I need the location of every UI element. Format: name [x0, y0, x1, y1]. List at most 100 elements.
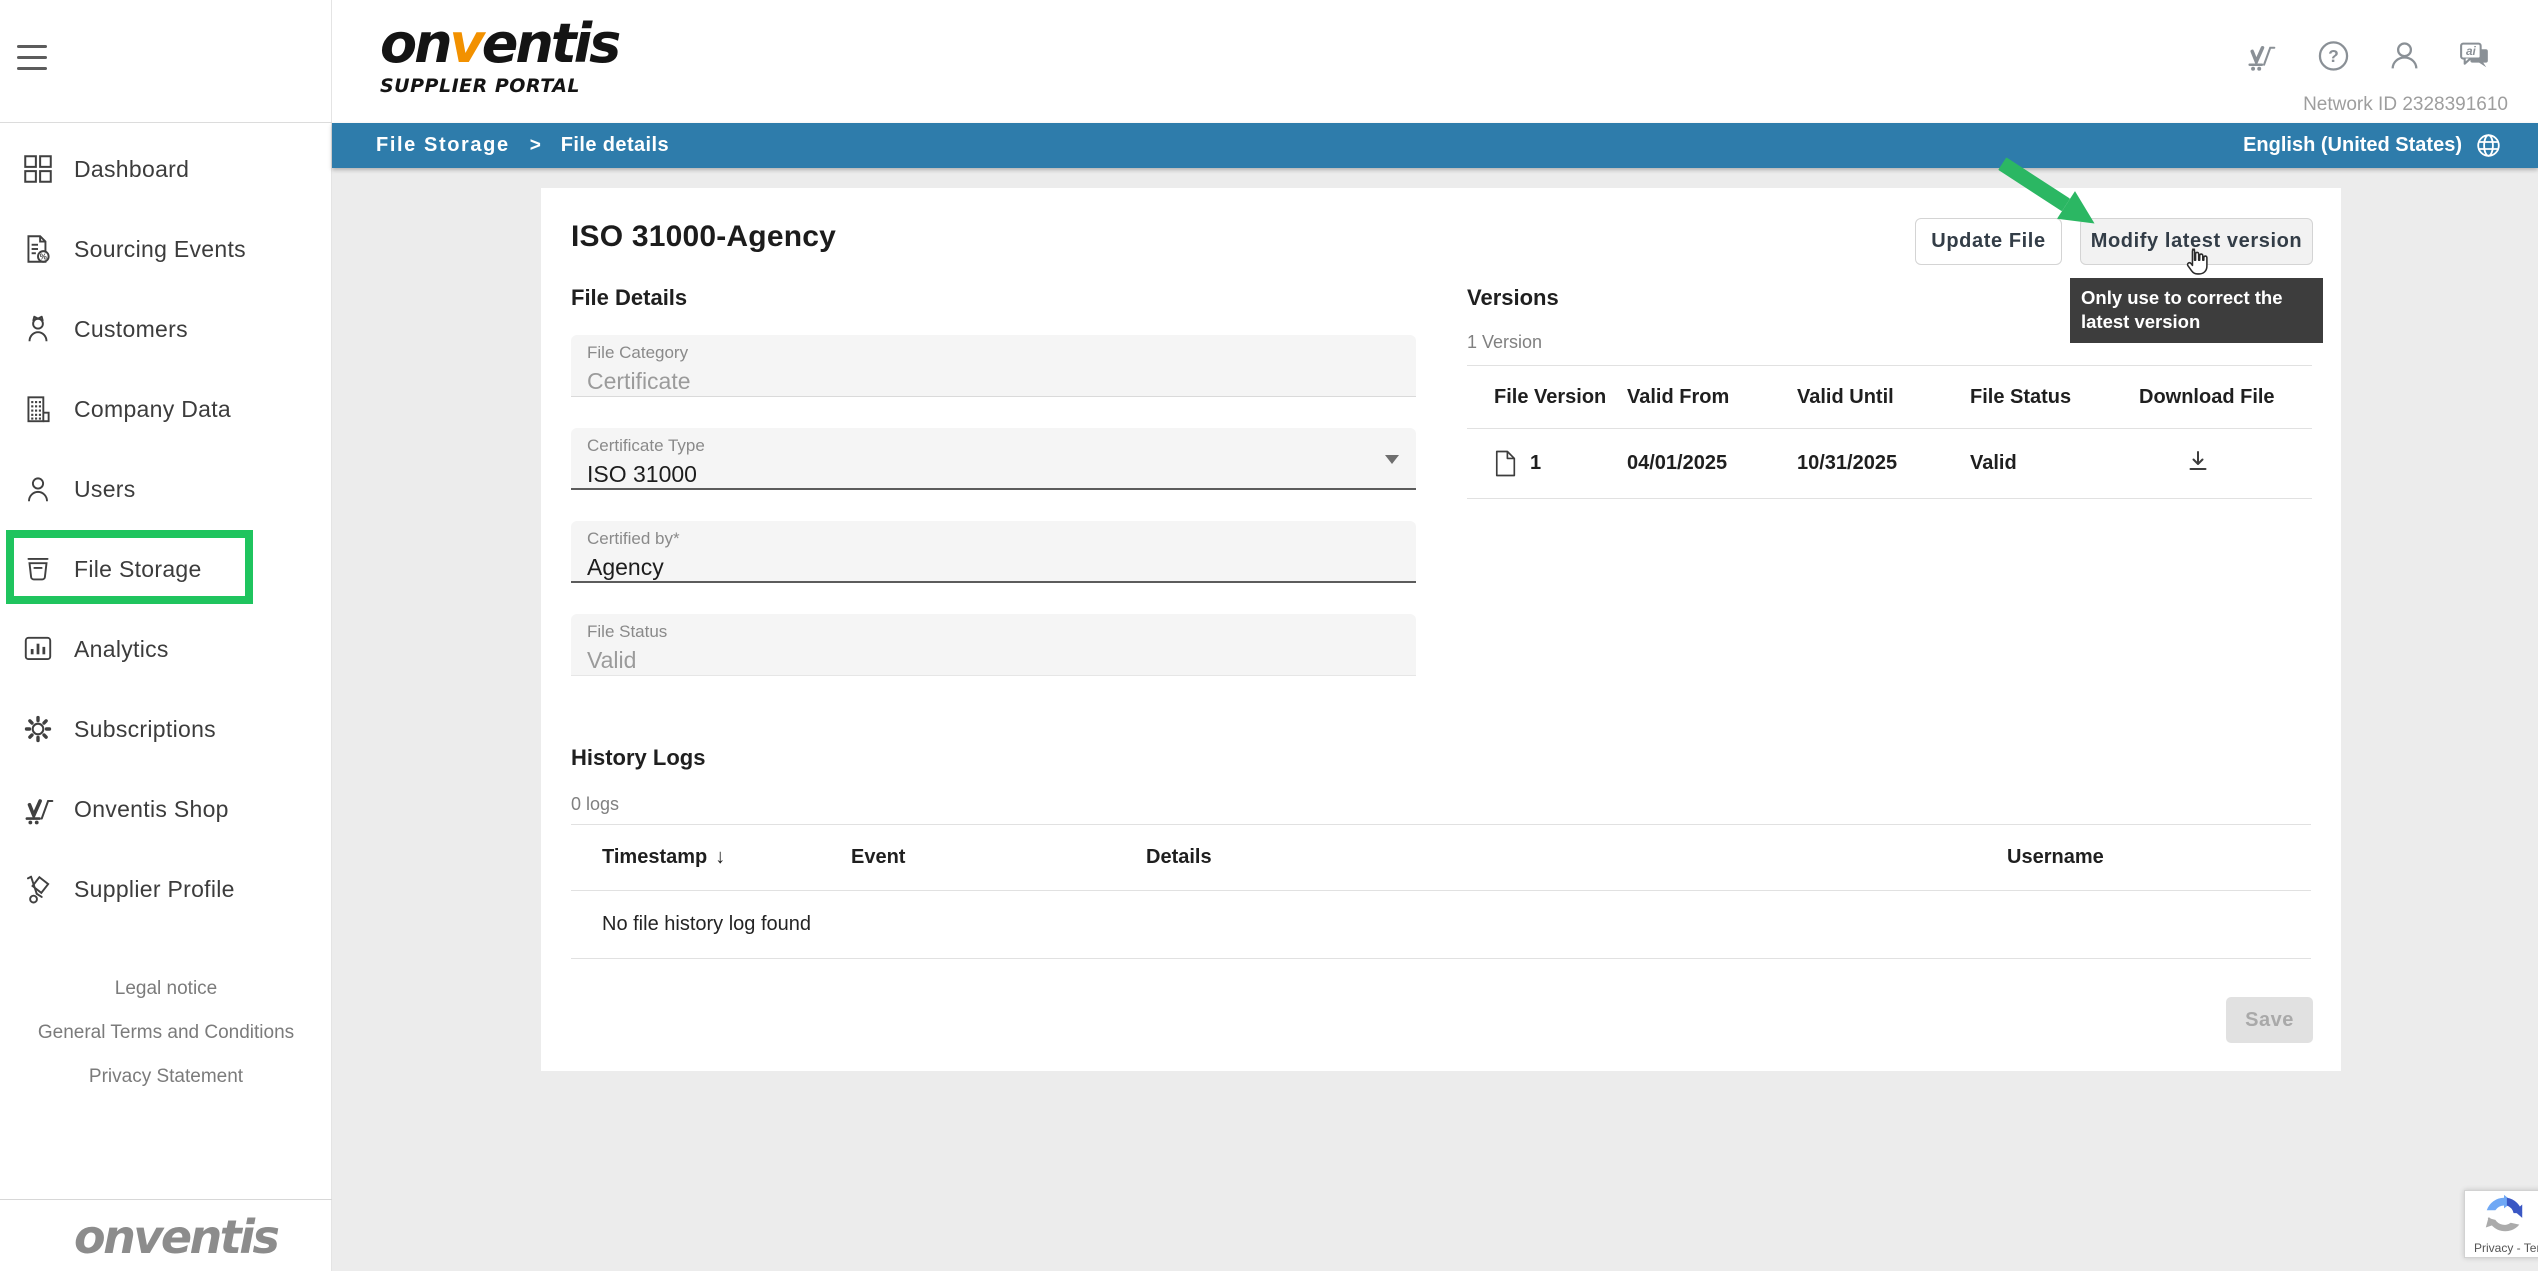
history-logs-count: 0 logs	[571, 794, 619, 815]
sidebar-item-label: Customers	[74, 316, 188, 343]
sidebar-item-label: Analytics	[74, 636, 169, 663]
sort-desc-icon[interactable]: ↓	[715, 846, 725, 869]
col-valid-from: Valid From	[1627, 386, 1797, 409]
field-value: Valid	[587, 647, 1400, 674]
versions-heading: Versions	[1467, 285, 1559, 311]
account-icon[interactable]	[2386, 38, 2423, 75]
sidebar-item-users[interactable]: Users	[0, 449, 332, 529]
bar-chart-icon	[21, 632, 55, 666]
file-details-card: ISO 31000-Agency Update File Modify late…	[541, 188, 2341, 1071]
gear-icon	[21, 712, 55, 746]
valid-from-cell: 04/01/2025	[1627, 452, 1797, 475]
chat-ai-icon[interactable]: ai	[2457, 38, 2494, 75]
breadcrumb-bar: File Storage > File details English (Uni…	[332, 123, 2538, 168]
certificate-type-select[interactable]: Certificate Type ISO 31000	[571, 428, 1416, 490]
legal-notice-link[interactable]: Legal notice	[0, 978, 332, 1000]
sidebar-item-label: Users	[74, 476, 136, 503]
file-category-field: File Category Certificate	[571, 335, 1416, 397]
svg-text:ai: ai	[2466, 44, 2477, 58]
field-value: Agency	[587, 554, 1400, 581]
sidebar-bottom-divider	[0, 1199, 332, 1200]
col-timestamp[interactable]: Timestamp ↓	[571, 846, 851, 869]
history-table-header: Timestamp ↓ Event Details Username	[571, 824, 2311, 891]
history-logs-table: Timestamp ↓ Event Details Username No fi…	[571, 824, 2311, 959]
sidebar-item-label: Sourcing Events	[74, 236, 246, 263]
update-file-button[interactable]: Update File	[1915, 218, 2062, 265]
sidebar-item-label: Dashboard	[74, 156, 189, 183]
recaptcha-badge[interactable]: Privacy - Term	[2464, 1190, 2538, 1258]
shop-cart-icon	[21, 792, 55, 826]
field-label: Certified by*	[587, 529, 1400, 549]
logo-subtitle: SUPPLIER PORTAL	[380, 75, 618, 97]
history-empty-row: No file history log found	[571, 891, 2311, 959]
modify-latest-version-button[interactable]: Modify latest version	[2080, 218, 2313, 265]
col-details: Details	[1146, 846, 2007, 869]
privacy-link[interactable]: Privacy Statement	[0, 1066, 332, 1088]
col-username: Username	[2007, 846, 2311, 869]
menu-hamburger-icon[interactable]	[17, 45, 47, 78]
file-details-form: File Category Certificate Certificate Ty…	[571, 335, 1416, 676]
terms-link[interactable]: General Terms and Conditions	[0, 1022, 332, 1044]
sidebar-item-onventis-shop[interactable]: Onventis Shop	[0, 769, 332, 849]
field-label: Certificate Type	[587, 436, 1400, 456]
modify-button-tooltip: Only use to correct the latest version	[2070, 278, 2323, 343]
history-logs-heading: History Logs	[571, 745, 705, 771]
breadcrumb-file-storage[interactable]: File Storage	[376, 134, 510, 157]
language-label[interactable]: English (United States)	[2243, 134, 2462, 157]
sidebar-item-analytics[interactable]: Analytics	[0, 609, 332, 689]
col-event: Event	[851, 846, 1146, 869]
save-button[interactable]: Save	[2226, 997, 2313, 1043]
person-icon	[21, 472, 55, 506]
person-crown-icon	[21, 312, 55, 346]
svg-text:?: ?	[2328, 46, 2339, 66]
sidebar-bottom-logo: onventis	[74, 1210, 277, 1264]
certified-by-input[interactable]: Certified by* Agency	[571, 521, 1416, 583]
col-timestamp-label: Timestamp	[602, 846, 707, 869]
sidebar-item-sourcing-events[interactable]: % Sourcing Events	[0, 209, 332, 289]
file-details-heading: File Details	[571, 285, 687, 311]
sidebar-item-subscriptions[interactable]: Subscriptions	[0, 689, 332, 769]
onventis-logo: onventis SUPPLIER PORTAL	[380, 16, 618, 97]
chevron-down-icon[interactable]	[1385, 455, 1399, 464]
language-selector[interactable]: English (United States)	[2243, 132, 2502, 159]
file-status-cell: Valid	[1970, 452, 2139, 475]
page-title: ISO 31000-Agency	[571, 220, 836, 254]
sidebar-item-label: File Storage	[74, 556, 202, 583]
recaptcha-privacy-terms[interactable]: Privacy - Term	[2474, 1241, 2538, 1255]
breadcrumb-separator: >	[530, 135, 541, 157]
sidebar-header-divider	[0, 122, 332, 123]
download-icon[interactable]	[2185, 448, 2211, 480]
sidebar-item-customers[interactable]: Customers	[0, 289, 332, 369]
help-icon[interactable]: ?	[2315, 38, 2352, 75]
dashboard-icon	[21, 152, 55, 186]
app-root: onventis SUPPLIER PORTAL ? ai	[0, 0, 2538, 1271]
globe-icon[interactable]	[2475, 132, 2502, 159]
col-file-version: File Version	[1467, 386, 1627, 409]
col-valid-until: Valid Until	[1797, 386, 1970, 409]
col-file-status: File Status	[1970, 386, 2139, 409]
field-value: ISO 31000	[587, 461, 1400, 488]
sidebar-item-file-storage[interactable]: File Storage	[0, 529, 332, 609]
file-status-field: File Status Valid	[571, 614, 1416, 676]
sidebar-item-label: Company Data	[74, 396, 231, 423]
sidebar: Dashboard % Sourcing Events	[0, 0, 332, 1271]
valid-until-cell: 10/31/2025	[1797, 452, 1970, 475]
sidebar-item-supplier-profile[interactable]: Supplier Profile	[0, 849, 332, 929]
sidebar-nav: Dashboard % Sourcing Events	[0, 129, 332, 929]
sidebar-footer-links: Legal notice General Terms and Condition…	[0, 978, 332, 1110]
versions-count: 1 Version	[1467, 332, 1542, 353]
breadcrumb-file-details: File details	[561, 134, 669, 157]
col-download-file: Download File	[2139, 386, 2312, 409]
sidebar-item-label: Supplier Profile	[74, 876, 235, 903]
version-number: 1	[1530, 452, 1541, 475]
building-icon	[21, 392, 55, 426]
versions-table-header: File Version Valid From Valid Until File…	[1467, 365, 2312, 429]
sidebar-item-dashboard[interactable]: Dashboard	[0, 129, 332, 209]
onventis-shop-cart-icon[interactable]	[2244, 38, 2281, 75]
hand-truck-icon	[21, 872, 55, 906]
logo-orange-v: v	[450, 12, 482, 75]
sidebar-item-company-data[interactable]: Company Data	[0, 369, 332, 449]
field-label: File Category	[587, 343, 1400, 363]
storage-bin-icon	[21, 552, 55, 586]
network-id: Network ID 2328391610	[2303, 94, 2508, 116]
